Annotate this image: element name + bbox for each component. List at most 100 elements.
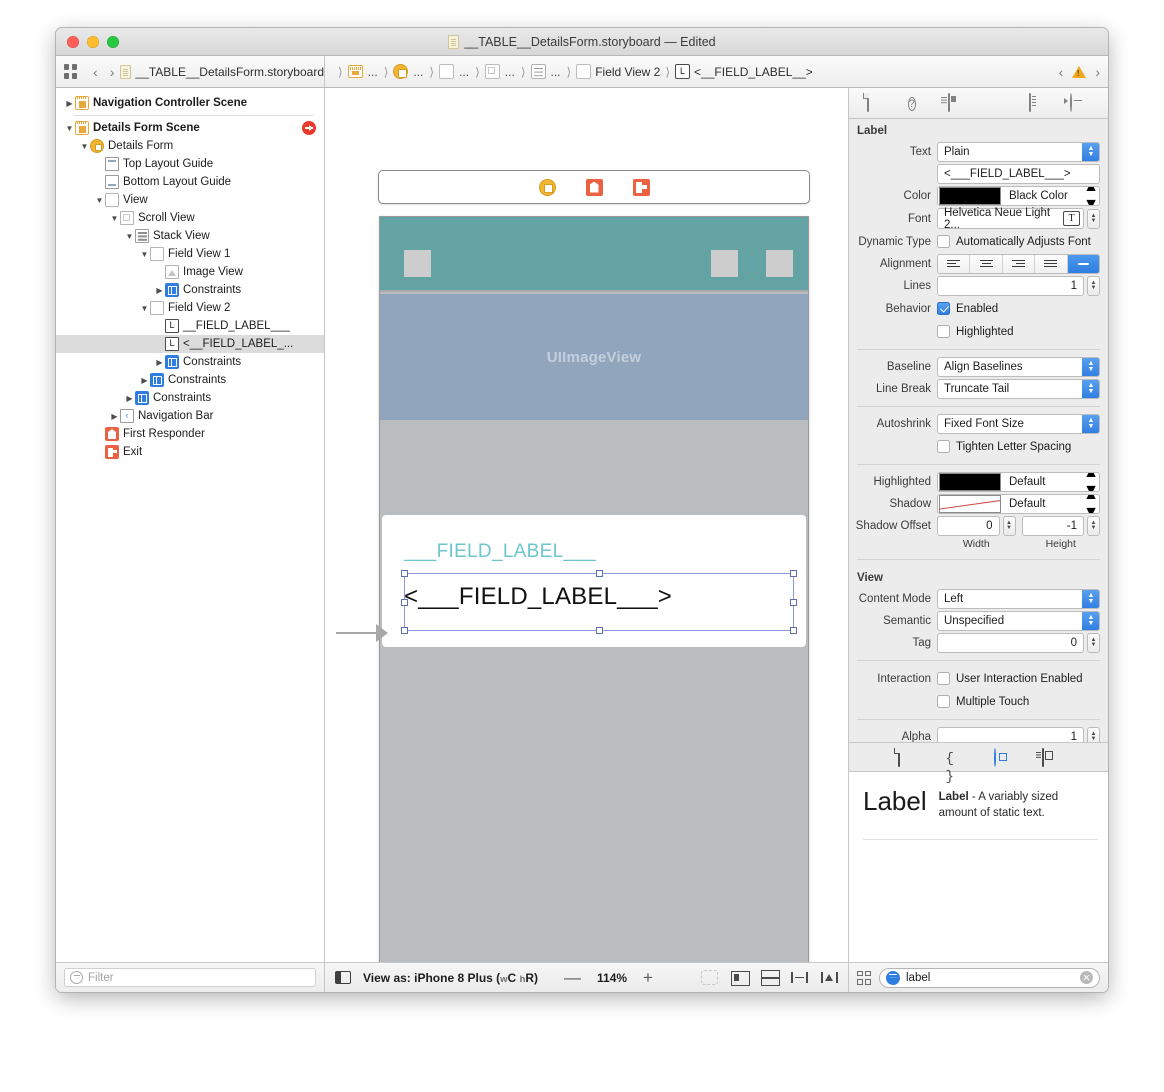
breadcrumb-item-field-view-2[interactable]: Field View 2	[576, 64, 660, 79]
disclosure-triangle-collapsed-icon[interactable]: ▶	[109, 412, 120, 421]
disclosure-triangle-expanded-icon[interactable]: ▼	[139, 304, 150, 313]
breadcrumb-item-view[interactable]: ...	[439, 64, 470, 79]
media-library-icon[interactable]	[1041, 748, 1060, 767]
shadow-color-swatch[interactable]	[939, 495, 1001, 513]
font-panel-icon[interactable]: T	[1063, 211, 1080, 226]
semantic-select[interactable]: Unspecified ▲ ▼	[937, 611, 1100, 631]
disclosure-triangle-collapsed-icon[interactable]: ▶	[154, 358, 165, 367]
clear-icon[interactable]	[1080, 971, 1093, 984]
outline-row[interactable]: ▶First Responder	[56, 425, 324, 443]
scene-dock[interactable]	[378, 170, 810, 204]
navigation-bar-preview[interactable]	[380, 217, 808, 290]
outline-row[interactable]: ▶Bottom Layout Guide	[56, 173, 324, 191]
alpha-stepper[interactable]: ▲ ▼	[1087, 727, 1100, 742]
warning-triangle-icon[interactable]	[1072, 65, 1087, 78]
outline-rows[interactable]: ▶ Navigation Controller Scene ▼ Details For…	[56, 88, 324, 962]
shadow-color-select[interactable]: Default ▲ ▼	[937, 494, 1100, 514]
alignment-segmented-control[interactable]	[937, 254, 1100, 274]
user-interaction-enabled-checkbox[interactable]	[937, 672, 950, 685]
tag-input[interactable]: 0	[937, 633, 1084, 653]
window-controls[interactable]	[67, 36, 119, 48]
disclosure-triangle-collapsed-icon[interactable]: ▶	[154, 286, 165, 295]
disclosure-triangle-collapsed-icon[interactable]: ▶	[139, 376, 150, 385]
breadcrumb-item-scene[interactable]: ...	[347, 65, 379, 79]
zoom-in-button[interactable]: +	[643, 969, 653, 986]
nav-bar-item-right2[interactable]	[766, 250, 793, 277]
tag-stepper[interactable]: ▲ ▼	[1087, 633, 1100, 653]
color-select[interactable]: Black Color ▲ ▼	[937, 186, 1100, 206]
outline-row[interactable]: ▶Top Layout Guide	[56, 155, 324, 173]
auto-adjusts-font-checkbox[interactable]	[937, 235, 950, 248]
outline-row[interactable]: ▼ Details Form Scene	[56, 119, 324, 137]
disclosure-triangle-expanded-icon[interactable]: ▼	[79, 142, 90, 151]
embed-in-icon[interactable]	[731, 970, 750, 986]
outline-row[interactable]: ▶ Constraints	[56, 371, 324, 389]
forward-button[interactable]: ›	[104, 65, 121, 79]
resolve-issues-icon[interactable]	[821, 970, 838, 985]
resize-handle-bc[interactable]	[596, 627, 603, 634]
image-view-preview[interactable]: UIImageView	[380, 294, 808, 420]
breadcrumb-item-label[interactable]: L <__FIELD_LABEL__>	[675, 64, 813, 79]
multiple-touch-checkbox[interactable]	[937, 695, 950, 708]
update-frames-icon[interactable]	[701, 970, 718, 985]
disclosure-triangle-collapsed-icon[interactable]: ▶	[124, 394, 135, 403]
outline-row[interactable]: ▼ Scroll View	[56, 209, 324, 227]
content-mode-select[interactable]: Left ▲ ▼	[937, 589, 1100, 609]
disclosure-triangle-expanded-icon[interactable]: ▼	[139, 250, 150, 259]
baseline-select[interactable]: Align Baselines ▲ ▼	[937, 357, 1100, 377]
nav-bar-item-right1[interactable]	[711, 250, 738, 277]
outline-row[interactable]: ▶ Constraints	[56, 281, 324, 299]
highlighted-color-select[interactable]: Default ▲ ▼	[937, 472, 1100, 492]
zoom-out-button[interactable]: —	[564, 969, 581, 986]
view-as-label[interactable]: View as: iPhone 8 Plus (wC hR)	[363, 971, 538, 985]
lines-stepper[interactable]: ▲ ▼	[1087, 276, 1100, 296]
outline-row[interactable]: ▼ View	[56, 191, 324, 209]
breadcrumb-item-stack-view[interactable]: ...	[530, 64, 562, 79]
outline-row[interactable]: ▼ Field View 1	[56, 245, 324, 263]
outline-row[interactable]: ▶Exit	[56, 443, 324, 461]
resize-handle-br[interactable]	[790, 627, 797, 634]
font-stepper[interactable]: ▲ ▼	[1087, 208, 1100, 229]
attributes-inspector-icon[interactable]	[989, 94, 1009, 112]
exit-icon[interactable]	[632, 178, 650, 196]
align-right-button[interactable]	[1002, 255, 1036, 273]
first-responder-icon[interactable]	[585, 178, 603, 196]
file-inspector-icon[interactable]	[867, 93, 887, 112]
highlighted-checkbox[interactable]	[937, 325, 950, 338]
autoshrink-select[interactable]: Fixed Font Size ▲ ▼	[937, 414, 1100, 434]
back-button[interactable]: ‹	[87, 65, 104, 79]
field-view-2-preview[interactable]: ___FIELD_LABEL___ <___FIELD_LABEL___>	[382, 515, 806, 647]
outline-row[interactable]: ▶Image View	[56, 263, 324, 281]
outline-row[interactable]: ▶ Constraints	[56, 353, 324, 371]
resize-handle-mr[interactable]	[790, 599, 797, 606]
disclosure-triangle-expanded-icon[interactable]: ▼	[94, 196, 105, 205]
breadcrumb-item-scroll-view[interactable]: ...	[484, 64, 516, 79]
grid-icon[interactable]	[64, 64, 78, 79]
align-center-button[interactable]	[970, 255, 1003, 273]
outline-row[interactable]: ▶ Navigation Controller Scene	[56, 94, 324, 112]
highlighted-color-swatch[interactable]	[939, 473, 1001, 491]
enabled-checkbox[interactable]	[937, 302, 950, 315]
grid-icon[interactable]	[857, 970, 871, 985]
resize-handle-tr[interactable]	[790, 570, 797, 577]
connections-inspector-icon[interactable]	[1069, 93, 1090, 112]
nav-bar-item-left[interactable]	[404, 250, 431, 277]
tighten-letter-spacing-checkbox[interactable]	[937, 440, 950, 453]
text-type-select[interactable]: Plain ▲ ▼	[937, 142, 1100, 162]
selected-label-text[interactable]: <___FIELD_LABEL___>	[404, 583, 672, 611]
outline-row[interactable]: ▶L__FIELD_LABEL___	[56, 317, 324, 335]
library-filter-field[interactable]: label	[879, 967, 1100, 988]
lines-input[interactable]: 1	[937, 276, 1084, 296]
align-icon[interactable]	[761, 970, 780, 986]
line-break-select[interactable]: Truncate Tail ▲ ▼	[937, 379, 1100, 399]
font-field[interactable]: Helvetica Neue Light 2... T	[937, 207, 1084, 231]
outline-row[interactable]: ▶ ‹ Navigation Bar	[56, 407, 324, 425]
resize-handle-tl[interactable]	[401, 570, 408, 577]
view-controller-icon[interactable]	[538, 178, 556, 196]
code-snippet-library-icon[interactable]: { }	[946, 749, 964, 785]
disclosure-triangle-expanded-icon[interactable]: ▼	[124, 232, 135, 241]
shadow-offset-width-input[interactable]: 0	[937, 516, 1000, 536]
align-natural-button[interactable]	[1067, 255, 1099, 273]
outline-row[interactable]: ▼ Details Form	[56, 137, 324, 155]
outline-row[interactable]: ▼ Field View 2	[56, 299, 324, 317]
